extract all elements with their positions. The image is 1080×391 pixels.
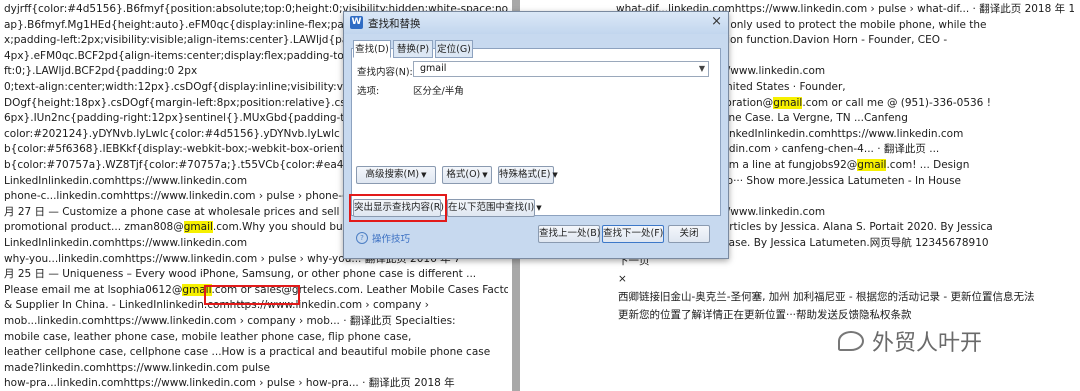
close-icon[interactable]: × xyxy=(711,14,722,29)
text-run: .com or call me @ (951)-336-0536 ! xyxy=(802,96,991,109)
options-value: 区分全/半角 xyxy=(413,86,464,97)
text-run: color:#202124}.yDYNvb.lyLwlc{color:#4d51… xyxy=(4,127,340,140)
find-in-label: 在以下范围中查找(I) xyxy=(448,202,535,213)
text-run: 月 27 日 — Customize a phone case at whole… xyxy=(4,205,378,218)
find-label: 查找内容(N): xyxy=(357,67,413,78)
tab-goto[interactable]: 定位(G) xyxy=(435,40,473,58)
find-value: gmail xyxy=(420,63,447,74)
chevron-down-icon: ▼ xyxy=(482,171,488,179)
chevron-down-icon: ▼ xyxy=(421,171,427,179)
dialog-title: 查找和替换 xyxy=(368,18,421,30)
doc-line: 更新您的位置了解详情正在更新位置···帮助发送反馈隐私权条款 xyxy=(618,309,912,321)
doc-line: how-pra...linkedin.comhttps://www.linked… xyxy=(4,374,508,391)
tab-replace[interactable]: 替换(P) xyxy=(393,40,433,58)
highlight-box-email xyxy=(204,285,300,305)
text-run: mob...linkedin.comhttps://www.linkedin.c… xyxy=(4,315,456,327)
search-hit: gmail xyxy=(183,221,213,234)
help-icon[interactable]: ? xyxy=(356,232,368,244)
format-button[interactable]: 格式(O) ▼ xyxy=(442,166,492,184)
text-run: .com! ... Design xyxy=(886,159,970,171)
find-in-button[interactable]: 在以下范围中查找(I) ▼ xyxy=(447,199,542,217)
tips-link[interactable]: 操作技巧 xyxy=(372,231,410,245)
text-run: x;padding-left:2px;visibility:visible;al… xyxy=(4,34,389,47)
doc-line: × xyxy=(618,273,627,285)
tab-find[interactable]: 查找(D) xyxy=(353,40,391,58)
watermark-text: 外贸人叶开 xyxy=(872,331,983,356)
text-run: LinkedInlinkedin.comhttps://www.linkedin… xyxy=(4,237,248,249)
find-input[interactable]: gmail ▼ xyxy=(413,61,709,77)
wechat-logo-icon xyxy=(838,331,864,351)
dialog-titlebar[interactable]: W 查找和替换 × xyxy=(344,12,728,34)
text-run: mobile case, leather phone case, mobile … xyxy=(4,330,412,343)
text-run: made?linkedin.comhttps://www.linkedin.co… xyxy=(4,361,270,374)
text-run: ft:0;}.LAWljd.BCF2pd{padding:0 2px xyxy=(4,65,198,78)
text-run: 月 25 日 — Uniqueness – Every wood iPhone,… xyxy=(4,268,477,281)
search-hit: gmail xyxy=(773,96,803,109)
text-run: DOgf{height:18px}.csDOgf{margin-left:8px… xyxy=(4,96,395,109)
search-hit: gmail xyxy=(857,159,887,171)
text-run: Please email me at lsophia0612@ xyxy=(4,283,183,296)
advanced-search-label: 高级搜索(M) xyxy=(365,169,420,180)
special-format-button[interactable]: 特殊格式(E) ▼ xyxy=(498,166,558,184)
chevron-down-icon: ▼ xyxy=(536,204,542,212)
find-previous-button[interactable]: 查找上一处(B) xyxy=(538,225,600,243)
text-run: LinkedInlinkedin.comhttps://www.linkedin… xyxy=(4,174,248,187)
format-label: 格式(O) xyxy=(446,169,481,180)
text-run: phone-c...linkedin.comhttps://www.linked… xyxy=(4,190,383,203)
special-format-label: 特殊格式(E) xyxy=(499,169,551,180)
chevron-down-icon[interactable]: ▼ xyxy=(699,62,705,76)
options-label: 选项: xyxy=(357,86,380,97)
advanced-search-button[interactable]: 高级搜索(M) ▼ xyxy=(356,166,436,184)
text-run: leather cellphone case, cellphone case .… xyxy=(4,346,491,359)
text-run: how-pra...linkedin.comhttps://www.linked… xyxy=(4,377,455,390)
close-button[interactable]: 关闭 xyxy=(668,225,710,243)
highlight-box-button xyxy=(349,194,447,222)
find-next-button[interactable]: 查找下一处(F) xyxy=(602,225,664,243)
text-run: .com. Articles by Jessica. Alana S. Port… xyxy=(689,221,993,234)
chevron-down-icon: ▼ xyxy=(552,171,558,179)
wps-logo-icon: W xyxy=(350,16,363,29)
doc-line: 西卿链接旧金山-奥克兰-圣何塞, 加州 加利福尼亚 - 根据您的活动记录 - 更… xyxy=(618,291,1035,303)
text-run: promotional product... zman808@ xyxy=(4,221,184,234)
